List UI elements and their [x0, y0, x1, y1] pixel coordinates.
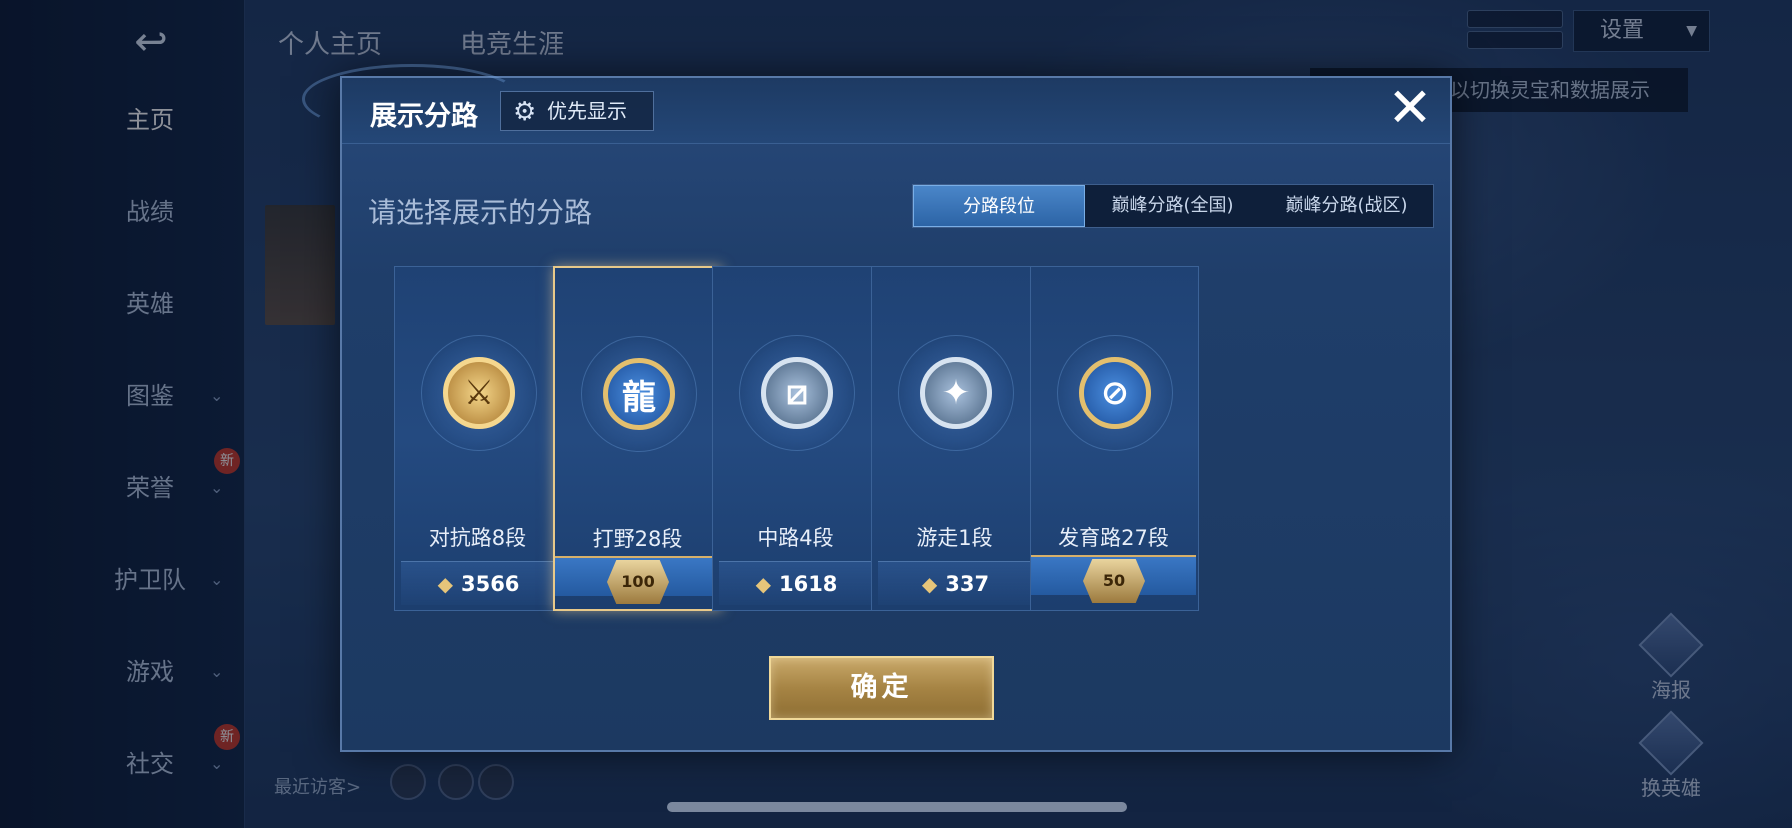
lane-rank-badge-icon: 龍	[603, 358, 675, 430]
lane-score-bar: ◆ 337	[878, 561, 1033, 605]
lane-display-dialog: 展示分路 ⚙ 优先显示 ✕ 请选择展示的分路 分路段位 巅峰分路(全国) 巅峰分…	[302, 64, 1452, 752]
score-icon: ◆	[437, 571, 453, 596]
close-icon[interactable]: ✕	[1382, 81, 1438, 138]
lane-card[interactable]: ✦ 游走1段 ◆ 337	[871, 266, 1040, 611]
dialog-header: 展示分路 ⚙ 优先显示 ✕	[302, 64, 1450, 144]
lane-rank-number: 50	[1083, 559, 1145, 603]
dialog-title: 展示分路	[370, 101, 478, 132]
lane-rank-badge-icon: ⚔	[443, 357, 515, 429]
lane-name: 发育路27段	[1058, 526, 1169, 550]
priority-display-label: 优先显示	[547, 99, 627, 123]
lane-name: 中路4段	[757, 526, 834, 550]
confirm-button[interactable]: 确定	[769, 656, 994, 720]
lane-score-bar: ◆ 3566	[401, 561, 556, 605]
lane-card[interactable]: ⧄ 中路4段 ◆ 1618	[712, 266, 881, 611]
select-lane-prompt: 请选择展示的分路	[368, 196, 593, 229]
lane-score: 1618	[778, 571, 838, 596]
score-icon: ◆	[921, 571, 938, 596]
lane-score-bar: ◆ 1618	[719, 561, 874, 605]
lane-rank-number: 100	[607, 560, 669, 604]
lane-rank-badge-icon: ⊘	[1079, 357, 1151, 429]
gear-icon: ⚙	[513, 97, 537, 127]
lane-rank-badge-icon: ⧄	[761, 357, 833, 429]
lane-card[interactable]: ⚔ 对抗路8段 ◆ 3566	[394, 266, 563, 611]
score-icon: ◆	[755, 571, 771, 596]
tab-peak-lane-region[interactable]: 巅峰分路(战区)	[1260, 185, 1433, 227]
lane-card[interactable]: ⊘ 发育路27段 50	[1030, 266, 1199, 611]
lane-type-tabs: 分路段位 巅峰分路(全国) 巅峰分路(战区)	[912, 184, 1434, 228]
priority-display-button[interactable]: ⚙ 优先显示	[500, 91, 654, 131]
lane-score: 337	[945, 571, 990, 596]
lane-name: 打野28段	[592, 527, 683, 551]
tab-peak-lane-national[interactable]: 巅峰分路(全国)	[1085, 185, 1260, 227]
lane-name: 对抗路8段	[428, 526, 527, 550]
tab-lane-rank[interactable]: 分路段位	[913, 185, 1085, 227]
lane-name: 游走1段	[916, 526, 993, 550]
home-indicator	[667, 802, 1127, 812]
lane-card[interactable]: 龍打野28段 100	[553, 266, 722, 611]
lane-rank-badge-icon: ✦	[920, 357, 992, 429]
lane-score: 3566	[460, 571, 520, 596]
